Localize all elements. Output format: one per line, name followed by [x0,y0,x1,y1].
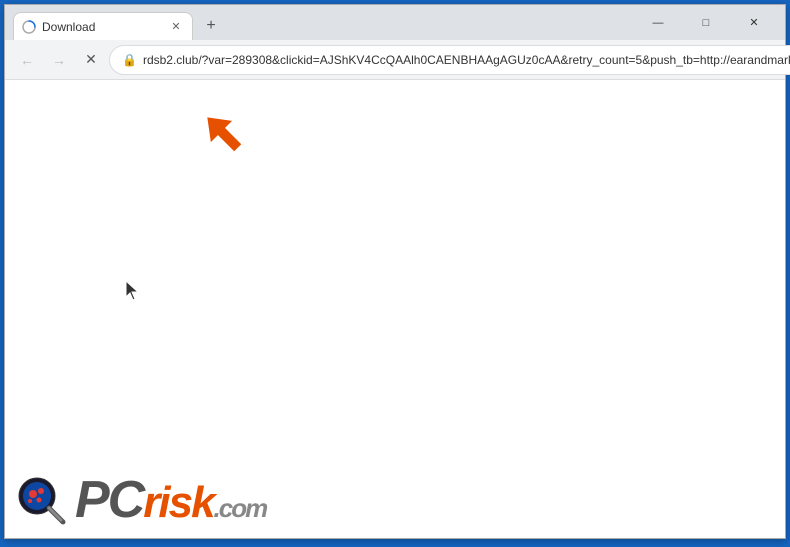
minimize-button[interactable]: — [635,5,681,40]
browser-window: Download ✕ + — □ ✕ ← → ✕ 🔒 rdsb2.club/?v… [4,4,786,539]
com-text: .com [214,493,267,523]
tab-title: Download [42,20,164,34]
forward-button[interactable]: → [45,46,73,74]
pc-text: PC [75,471,143,529]
tab-close-button[interactable]: ✕ [168,19,184,35]
mouse-cursor [125,280,143,302]
reload-stop-button[interactable]: ✕ [77,46,105,74]
address-bar[interactable]: 🔒 rdsb2.club/?var=289308&clickid=AJShKV4… [109,45,790,75]
tab-area: Download ✕ + [5,12,635,40]
tab-favicon [22,20,36,34]
new-tab-button[interactable]: + [197,12,225,40]
pcrisk-logo-icon [15,474,67,526]
maximize-button[interactable]: □ [683,5,729,40]
url-text: rdsb2.club/?var=289308&clickid=AJShKV4Cc… [143,53,790,67]
window-controls: — □ ✕ [635,5,785,40]
page-content: PCrisk.com [5,80,785,538]
active-tab[interactable]: Download ✕ [13,12,193,40]
risk-text: risk [143,478,213,527]
pcrisk-text: PCrisk.com [75,474,266,526]
title-bar: Download ✕ + — □ ✕ [5,5,785,40]
nav-bar: ← → ✕ 🔒 rdsb2.club/?var=289308&clickid=A… [5,40,785,80]
watermark: PCrisk.com [15,474,266,526]
lock-icon: 🔒 [122,53,137,67]
back-button[interactable]: ← [13,46,41,74]
close-button[interactable]: ✕ [731,5,777,40]
